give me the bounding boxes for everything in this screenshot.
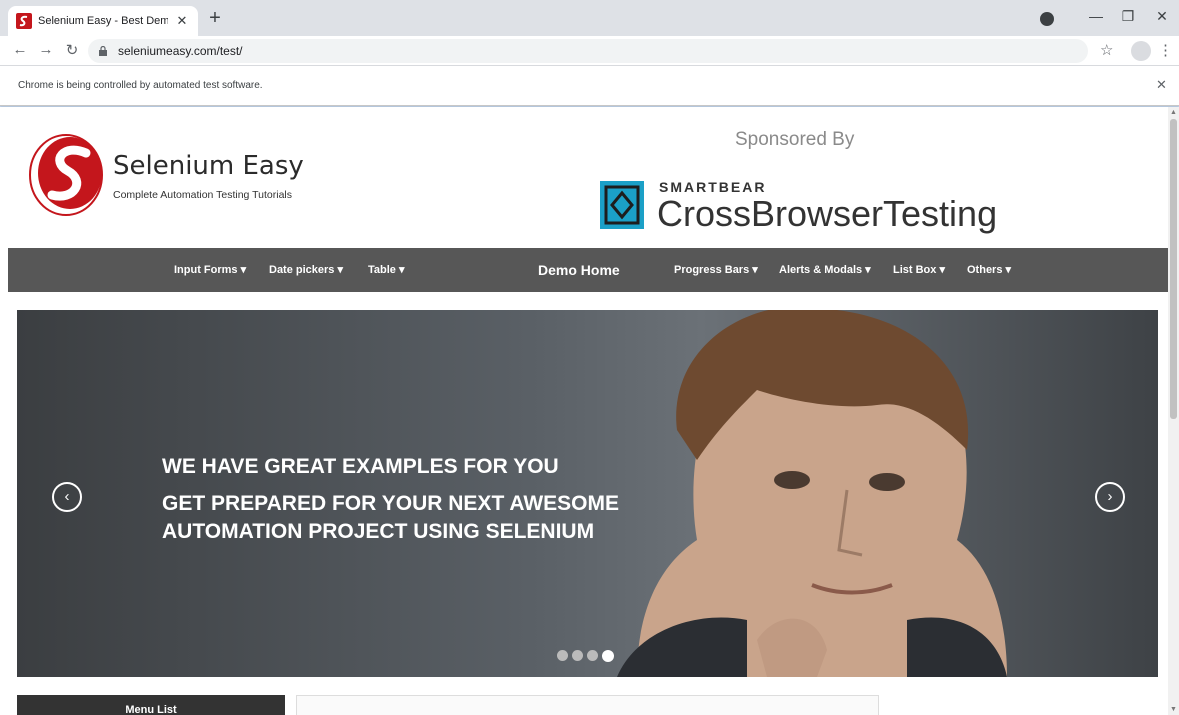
tab-title: Selenium Easy - Best Demo webs <box>38 15 168 27</box>
brand-tagline: Complete Automation Testing Tutorials <box>113 189 292 201</box>
infobar-text: Chrome is being controlled by automated … <box>18 80 263 91</box>
content-panel <box>296 695 879 715</box>
carousel-indicators <box>557 650 614 662</box>
infobar-close-icon[interactable]: ✕ <box>1156 77 1167 93</box>
scroll-thumb[interactable] <box>1170 119 1177 419</box>
sponsored-label: Sponsored By <box>735 129 855 150</box>
nav-table[interactable]: Table ▾ <box>368 248 405 292</box>
nav-date-pickers[interactable]: Date pickers ▾ <box>269 248 343 292</box>
menu-list-header: Menu List <box>17 695 285 715</box>
page-scrollbar[interactable]: ▲ ▼ <box>1168 107 1179 715</box>
address-bar[interactable]: seleniumeasy.com/test/ <box>88 39 1088 63</box>
nav-input-forms[interactable]: Input Forms ▾ <box>174 248 246 292</box>
carousel-dot[interactable] <box>557 650 568 661</box>
close-window-icon[interactable]: ✕ <box>1152 8 1172 25</box>
hero-photo <box>617 310 1007 677</box>
selenium-favicon-icon <box>16 13 32 29</box>
lock-icon <box>99 46 107 56</box>
main-nav: Input Forms ▾ Date pickers ▾ Table ▾ Dem… <box>8 248 1168 292</box>
minimize-icon[interactable]: — <box>1086 8 1106 24</box>
smartbear-logo-icon[interactable] <box>598 177 646 233</box>
sponsor-product: CrossBrowserTesting <box>657 193 998 234</box>
hero-carousel: WE HAVE GREAT EXAMPLES FOR YOU GET PREPA… <box>17 310 1158 677</box>
carousel-next-icon[interactable]: › <box>1095 482 1125 512</box>
menu-icon[interactable]: ⋮ <box>1158 41 1173 59</box>
tab-strip: Selenium Easy - Best Demo webs ✕ + — ❐ ✕ <box>0 0 1179 36</box>
back-icon[interactable]: ← <box>10 41 30 58</box>
forward-icon[interactable]: → <box>36 41 56 58</box>
profile-icon[interactable] <box>1131 41 1151 61</box>
new-tab-icon[interactable]: + <box>204 8 226 28</box>
star-icon[interactable]: ☆ <box>1100 41 1113 59</box>
carousel-subline-2: AUTOMATION PROJECT USING SELENIUM <box>162 520 595 543</box>
web-page: Selenium Easy Complete Automation Testin… <box>0 107 1168 715</box>
carousel-dot[interactable] <box>587 650 598 661</box>
brand-name: Selenium Easy <box>113 151 304 181</box>
restore-icon[interactable]: ❐ <box>1118 8 1138 25</box>
selenium-easy-logo[interactable] <box>28 129 108 217</box>
carousel-dot-active[interactable] <box>602 650 614 662</box>
automation-infobar: Chrome is being controlled by automated … <box>0 66 1179 106</box>
nav-progress-bars[interactable]: Progress Bars ▾ <box>674 248 758 292</box>
carousel-headline: WE HAVE GREAT EXAMPLES FOR YOU <box>162 455 559 478</box>
scroll-up-icon[interactable]: ▲ <box>1170 109 1177 116</box>
reload-icon[interactable]: ↻ <box>62 41 82 59</box>
nav-alerts-modals[interactable]: Alerts & Modals ▾ <box>779 248 871 292</box>
carousel-prev-icon[interactable]: ‹ <box>52 482 82 512</box>
browser-toolbar: ← → ↻ seleniumeasy.com/test/ ☆ ⋮ <box>0 36 1179 66</box>
nav-list-box[interactable]: List Box ▾ <box>893 248 945 292</box>
scroll-down-icon[interactable]: ▼ <box>1170 706 1177 713</box>
carousel-subline-1: GET PREPARED FOR YOUR NEXT AWESOME <box>162 492 619 515</box>
browser-tab[interactable]: Selenium Easy - Best Demo webs ✕ <box>8 6 198 36</box>
url-text: seleniumeasy.com/test/ <box>118 44 243 58</box>
carousel-dot[interactable] <box>572 650 583 661</box>
extension-icon[interactable] <box>1040 12 1054 26</box>
nav-others[interactable]: Others ▾ <box>967 248 1011 292</box>
nav-demo-home[interactable]: Demo Home <box>538 248 620 292</box>
tab-close-icon[interactable]: ✕ <box>174 13 190 29</box>
